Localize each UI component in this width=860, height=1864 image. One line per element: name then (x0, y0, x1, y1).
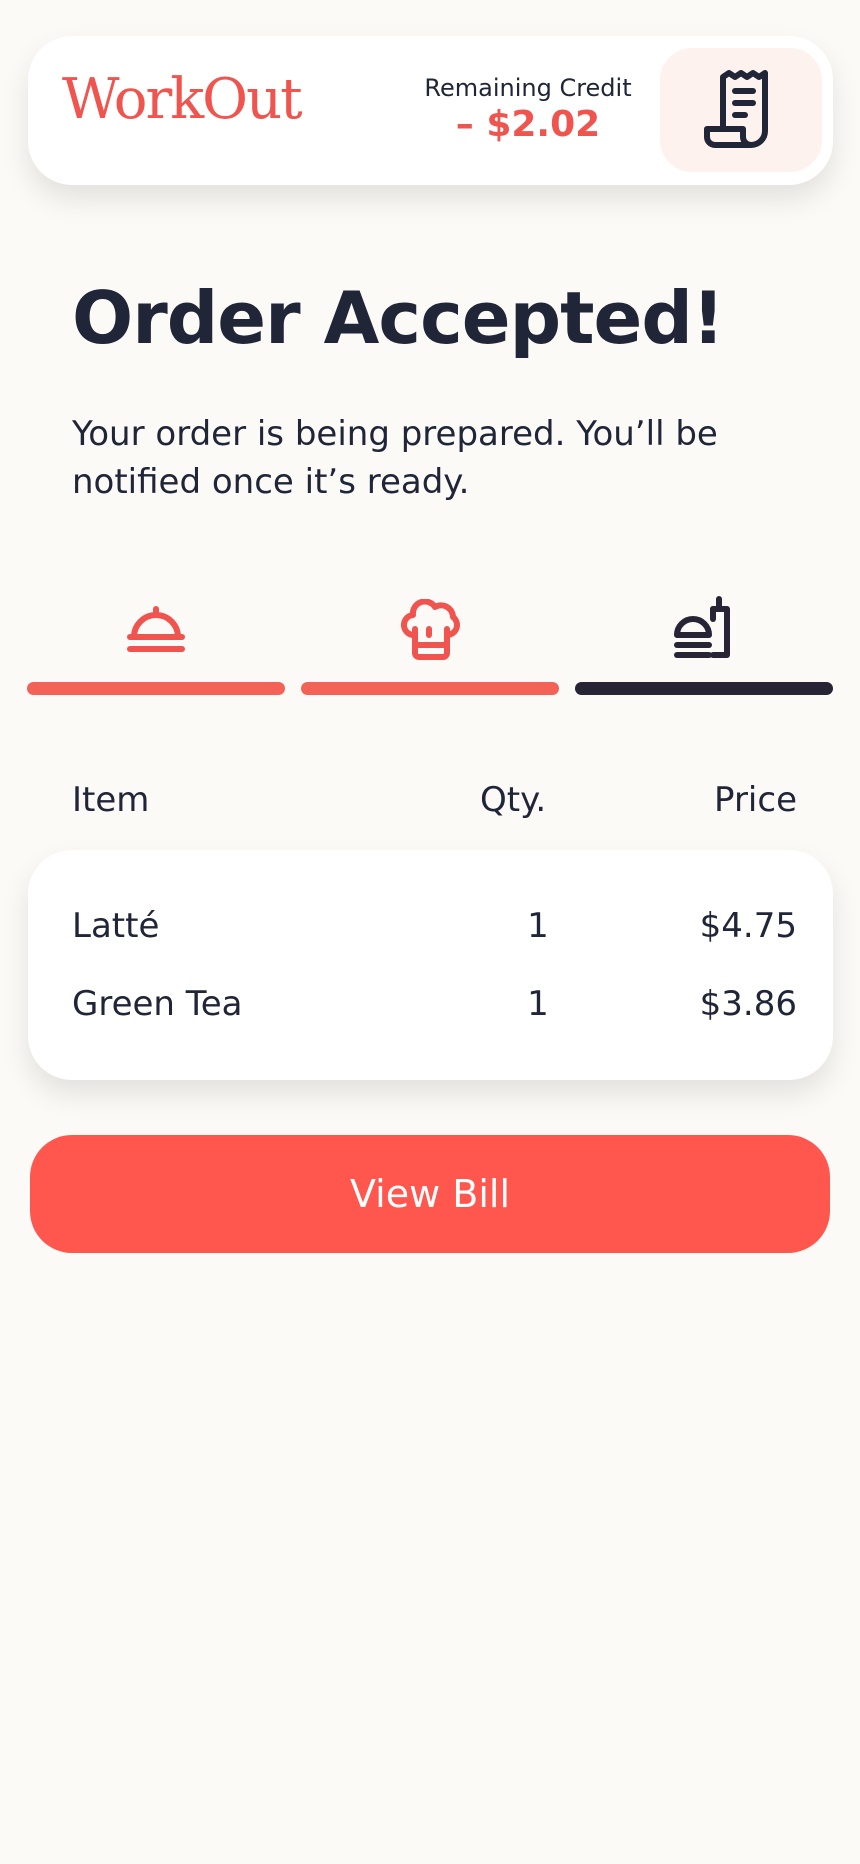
remaining-credit: Remaining Credit – $2.02 (388, 74, 668, 144)
item-name: Green Tea (72, 984, 243, 1024)
item-name: Latté (72, 906, 160, 946)
cloche-icon (127, 606, 185, 652)
receipt-icon (704, 70, 768, 148)
item-qty: 1 (527, 984, 549, 1024)
view-bill-button[interactable]: View Bill (30, 1135, 830, 1253)
top-bar: WorkOut Remaining Credit – $2.02 (28, 36, 833, 185)
order-item-row: Green Tea 1 $3.86 (28, 982, 833, 1026)
item-price: $4.75 (699, 906, 797, 946)
step-progress-bar (575, 682, 833, 695)
column-header-item: Item (72, 780, 150, 820)
item-qty: 1 (527, 906, 549, 946)
receipt-button[interactable] (660, 48, 822, 172)
column-header-price: Price (714, 780, 797, 820)
credit-value: – $2.02 (455, 103, 601, 145)
step-progress-bar (27, 682, 285, 695)
chef-hat-icon (401, 599, 460, 660)
column-header-qty: Qty. (480, 780, 547, 820)
step-progress-bar (301, 682, 559, 695)
order-item-row: Latté 1 $4.75 (28, 904, 833, 948)
page-title: Order Accepted! (72, 276, 725, 360)
order-items-list: Latté 1 $4.75 Green Tea 1 $3.86 (28, 850, 833, 1080)
app-logo: WorkOut (62, 67, 303, 132)
food-tray-icon (674, 596, 730, 658)
credit-label: Remaining Credit (424, 74, 632, 102)
order-status-message: Your order is being prepared. You’ll be … (72, 414, 718, 502)
item-price: $3.86 (699, 984, 797, 1024)
